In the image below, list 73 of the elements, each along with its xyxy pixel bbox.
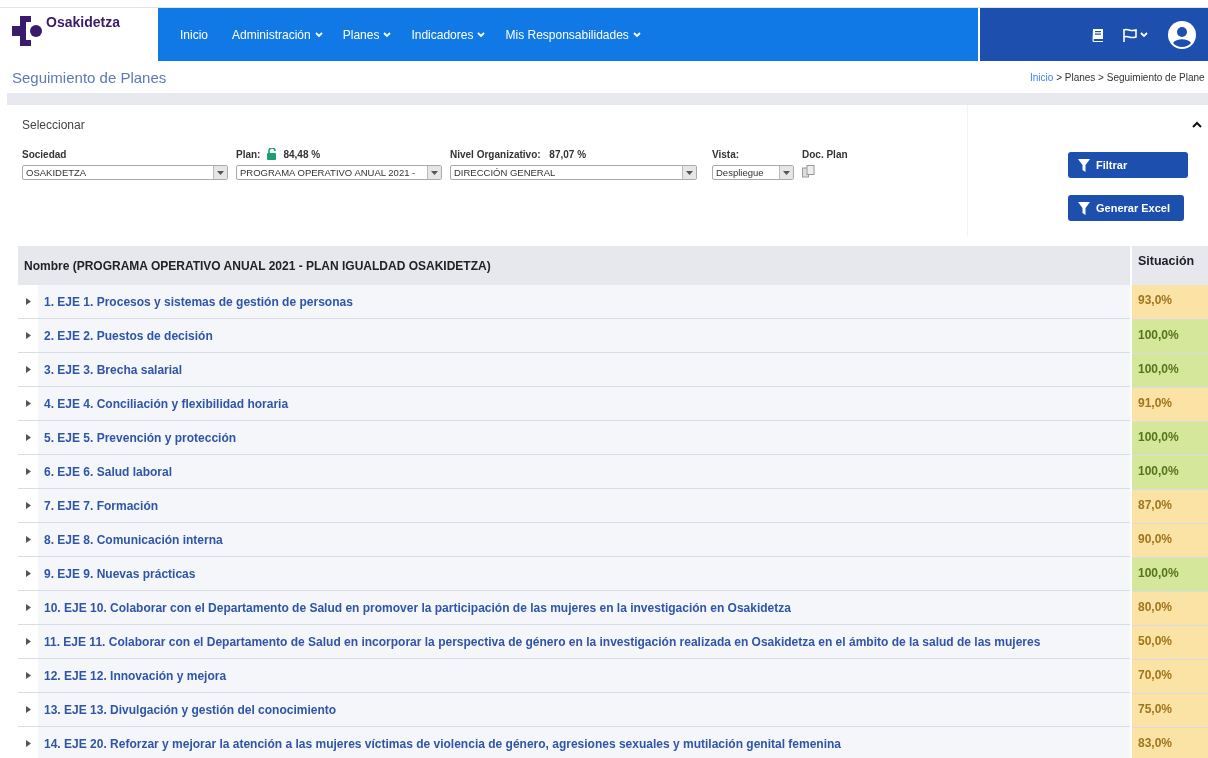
nav-link[interactable]: Planes [332,27,402,42]
select-field[interactable]: PROGRAMA OPERATIVO ANUAL 2021 - [236,165,442,180]
filter-button[interactable]: Filtrar [1068,152,1188,178]
excel-button[interactable]: Generar Excel [1068,195,1184,221]
expand-arrow-icon[interactable] [25,366,31,373]
expand-arrow-icon[interactable] [25,536,31,543]
field-label: Plan: [236,148,261,160]
status-cell: 100,0% [1131,421,1208,455]
expand-arrow-icon[interactable] [25,468,31,475]
collapse-chevron-icon[interactable] [1192,121,1202,128]
expand-arrow-icon[interactable] [25,672,31,679]
expand-arrow-icon[interactable] [25,570,31,577]
expand-arrow-icon[interactable] [25,434,31,441]
expand-arrow-icon[interactable] [25,638,31,645]
row-name-link[interactable]: 2. EJE 2. Puestos de decisión [38,328,213,343]
nav-link[interactable]: Inicio [170,27,222,42]
row-name-link[interactable]: 3. EJE 3. Brecha salarial [38,362,183,377]
book-icon[interactable] [1092,27,1104,42]
brand-name: Osakidetza [46,14,120,30]
row-name-link[interactable]: 8. EJE 8. Comunicación interna [38,532,223,547]
row-name-link[interactable]: 1. EJE 1. Procesos y sistemas de gestión de personas [38,294,353,309]
status-cell: 93,0% [1131,285,1208,319]
status-cell: 90,0% [1131,523,1208,557]
row-name-link[interactable]: 6. EJE 6. Salud laboral [38,464,173,479]
expand-arrow-icon[interactable] [25,502,31,509]
field-label: Doc. Plan [802,148,848,160]
field-label: Vista: [712,148,741,160]
column-header: Nombre (PROGRAMA OPERATIVO ANUAL 2021 - PLAN IGUALDAD OSAKIDETZA) [18,246,1131,285]
expand-arrow-icon[interactable] [25,740,31,747]
plan-percent: 84,48 % [283,148,321,160]
row-name-link[interactable]: 4. EJE 4. Conciliación y flexibilidad horaria [38,396,289,411]
select-field[interactable]: OSAKIDETZA [22,165,228,180]
expand-arrow-icon[interactable] [25,604,31,611]
expand-arrow-icon[interactable] [25,298,31,305]
status-cell: 80,0% [1131,591,1208,625]
unlocked-padlock-icon [266,148,278,160]
row-name-link[interactable]: 13. EJE 13. Divulgación y gestión del conocimiento [38,702,337,717]
nav-link[interactable]: Administración [222,27,333,42]
section-title: Seleccionar [22,118,86,132]
funnel-icon [1078,158,1090,172]
user-avatar-icon[interactable] [1168,20,1196,49]
page-title: Seguimiento de Planes [11,68,168,86]
logo-icon [12,14,42,48]
row-name-link[interactable]: 5. EJE 5. Prevención y protección [38,430,237,445]
funnel-icon [1078,201,1090,215]
row-name-link[interactable]: 9. EJE 9. Nuevas prácticas [38,566,196,581]
documents-icon[interactable] [802,165,815,178]
nav-link[interactable]: Indicadores [401,27,496,42]
status-cell: 75,0% [1131,693,1208,727]
select-field[interactable]: DIRECCIÓN GENERAL [450,165,697,180]
status-cell: 100,0% [1131,353,1208,387]
status-cell: 100,0% [1131,557,1208,591]
status-cell: 100,0% [1131,319,1208,353]
column-header: Situación [1131,246,1208,285]
expand-arrow-icon[interactable] [25,706,31,713]
status-cell: 91,0% [1131,387,1208,421]
status-cell: 87,0% [1131,489,1208,523]
level-percent: 87,07 % [548,148,587,160]
status-cell: 70,0% [1131,659,1208,693]
breadcrumb-text: > Planes > Seguimiento de Plane [1056,71,1205,83]
status-cell: 83,0% [1131,727,1208,758]
expand-arrow-icon[interactable] [25,400,31,407]
nav-link[interactable]: Mis Responsabilidades [495,27,651,42]
flag-icon[interactable] [1122,27,1150,42]
row-name-link[interactable]: 7. EJE 7. Formación [38,498,159,513]
select-field[interactable]: Despliegue [712,165,794,180]
field-label: Sociedad [22,148,68,160]
row-name-link[interactable]: 12. EJE 12. Innovación y mejora [38,668,227,683]
expand-arrow-icon[interactable] [25,332,31,339]
field-label: Nivel Organizativo: [450,148,541,160]
status-cell: 50,0% [1131,625,1208,659]
status-cell: 100,0% [1131,455,1208,489]
breadcrumb-link[interactable]: Inicio [1030,71,1054,83]
